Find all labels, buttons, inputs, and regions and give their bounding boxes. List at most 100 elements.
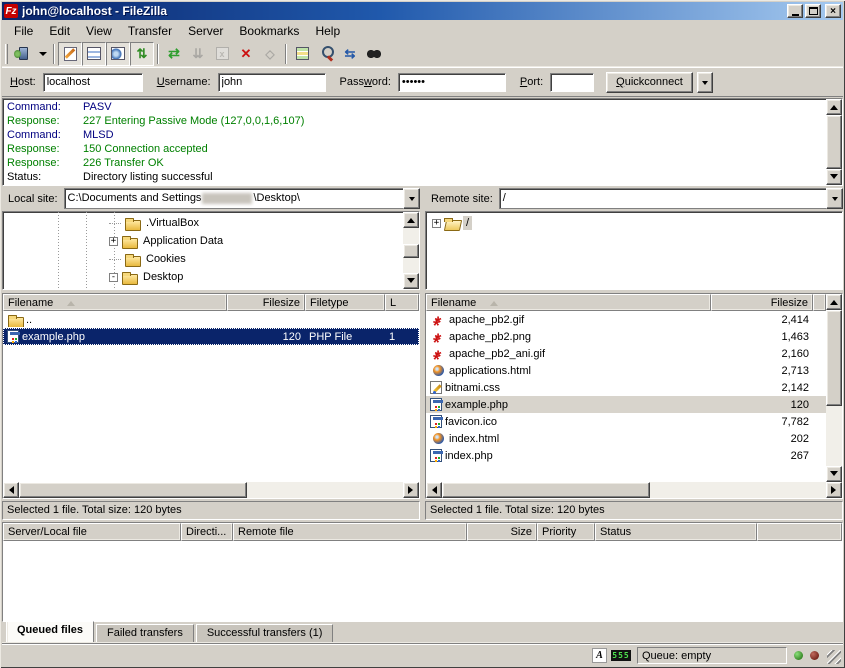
tree-item[interactable]: +/ <box>426 214 842 232</box>
local-path-combobox[interactable]: C:\Documents and Settings\Desktop\ <box>64 188 420 209</box>
file-row[interactable]: index.php267 <box>426 447 826 464</box>
local-path-value[interactable]: C:\Documents and Settings\Desktop\ <box>64 188 403 209</box>
queue-column-header[interactable]: Size <box>467 523 537 541</box>
expand-icon[interactable]: + <box>432 219 441 228</box>
toggle-remote-tree-button[interactable] <box>106 42 130 66</box>
expand-icon[interactable]: + <box>109 237 118 246</box>
username-input[interactable] <box>218 73 326 92</box>
process-queue-button[interactable]: ⇊ <box>186 42 210 66</box>
scroll-left-button[interactable] <box>426 482 442 498</box>
tree-item[interactable]: Cookies <box>3 250 403 268</box>
ascii-data-type-icon[interactable]: A <box>592 648 607 663</box>
filter-button[interactable] <box>314 42 338 66</box>
menu-transfer[interactable]: Transfer <box>120 22 180 40</box>
maximize-button[interactable] <box>805 4 821 18</box>
scroll-left-button[interactable] <box>3 482 19 498</box>
remote-vertical-scrollbar[interactable] <box>826 294 842 482</box>
local-horizontal-scrollbar[interactable] <box>3 482 419 498</box>
column-header-l[interactable]: L <box>385 294 419 311</box>
menu-view[interactable]: View <box>78 22 120 40</box>
dropdown-arrow-button[interactable] <box>35 42 50 66</box>
column-header-filename[interactable]: Filename <box>3 294 227 311</box>
column-header-filesize[interactable]: Filesize <box>711 294 813 311</box>
password-input[interactable] <box>398 73 506 92</box>
tree-item-label[interactable]: Cookies <box>143 252 189 266</box>
tree-item-label[interactable]: .VirtualBox <box>143 216 202 230</box>
scrollbar-thumb[interactable] <box>403 244 419 258</box>
tab-queued-files[interactable]: Queued files <box>6 621 94 642</box>
refresh-button[interactable]: ⇄ <box>162 42 186 66</box>
local-tree-scrollbar[interactable] <box>403 212 419 289</box>
disconnect-button[interactable]: ✕ <box>234 42 258 66</box>
remote-horizontal-scrollbar[interactable] <box>426 482 842 498</box>
scroll-down-button[interactable] <box>826 169 842 185</box>
quickconnect-dropdown-button[interactable] <box>697 72 713 93</box>
queue-body[interactable] <box>3 541 842 621</box>
queue-column-header[interactable]: Server/Local file <box>3 523 181 541</box>
menu-bookmarks[interactable]: Bookmarks <box>231 22 307 40</box>
tree-item[interactable]: .VirtualBox <box>3 214 403 232</box>
scrollbar-track[interactable] <box>403 258 419 274</box>
quickconnect-button[interactable]: Quickconnect <box>606 72 693 93</box>
tab-failed-transfers[interactable]: Failed transfers <box>96 624 194 642</box>
queue-column-header[interactable]: Priority <box>537 523 595 541</box>
minimize-button[interactable] <box>787 4 803 18</box>
host-input[interactable] <box>43 73 143 92</box>
scrollbar-thumb[interactable] <box>826 115 842 169</box>
log-scrollbar[interactable] <box>826 99 842 185</box>
tab-successful-transfers[interactable]: Successful transfers (1) <box>196 624 334 642</box>
port-input[interactable] <box>550 73 594 92</box>
menu-help[interactable]: Help <box>307 22 348 40</box>
tree-item[interactable]: + Application Data <box>3 232 403 250</box>
tree-item-label[interactable]: Application Data <box>140 234 226 248</box>
resize-grip[interactable] <box>827 650 841 664</box>
file-row[interactable]: applications.html2,713 <box>426 362 826 379</box>
scrollbar-track[interactable] <box>826 406 842 466</box>
scrollbar-track[interactable] <box>403 228 419 244</box>
remote-path-value[interactable]: / <box>499 188 826 209</box>
file-row[interactable]: .. <box>3 311 419 328</box>
scroll-right-button[interactable] <box>826 482 842 498</box>
file-row[interactable]: example.php120PHP File1 <box>3 328 419 345</box>
scroll-up-button[interactable] <box>403 212 419 228</box>
file-row[interactable]: apache_pb2_ani.gif2,160 <box>426 345 826 362</box>
synchronized-browsing-button[interactable]: ⇆ <box>338 42 362 66</box>
file-row[interactable]: apache_pb2.gif2,414 <box>426 311 826 328</box>
tree-item-label[interactable]: / <box>463 216 472 230</box>
queue-column-header[interactable]: Remote file <box>233 523 467 541</box>
menu-edit[interactable]: Edit <box>41 22 78 40</box>
site-manager-button[interactable] <box>11 42 35 66</box>
directory-comparison-button[interactable] <box>290 42 314 66</box>
menu-file[interactable]: File <box>6 22 41 40</box>
toolbar-grip[interactable] <box>5 44 8 64</box>
title-bar[interactable]: Fz john@localhost - FileZilla × <box>2 2 843 20</box>
file-row[interactable]: example.php120 <box>426 396 826 413</box>
reconnect-button[interactable]: ◇ <box>258 42 282 66</box>
local-path-dropdown-button[interactable] <box>403 188 420 209</box>
queue-column-header[interactable]: Directi... <box>181 523 233 541</box>
collapse-icon[interactable]: - <box>109 273 118 282</box>
scrollbar-track[interactable] <box>247 482 403 498</box>
remote-path-combobox[interactable]: / <box>499 188 843 209</box>
file-row[interactable]: index.html202 <box>426 430 826 447</box>
queue-column-header[interactable]: Status <box>595 523 757 541</box>
toggle-local-tree-button[interactable] <box>82 42 106 66</box>
scroll-down-button[interactable] <box>826 466 842 482</box>
column-header-filetype[interactable]: Filetype <box>305 294 385 311</box>
find-button[interactable] <box>362 42 386 66</box>
scrollbar-thumb[interactable] <box>19 482 247 498</box>
file-row[interactable]: bitnami.css2,142 <box>426 379 826 396</box>
scrollbar-track[interactable] <box>650 482 826 498</box>
cancel-button[interactable]: x <box>210 42 234 66</box>
column-header-filesize[interactable]: Filesize <box>227 294 305 311</box>
scrollbar-thumb[interactable] <box>826 310 842 406</box>
tree-item-label[interactable]: Desktop <box>140 270 186 284</box>
scroll-up-button[interactable] <box>826 99 842 115</box>
file-row[interactable]: apache_pb2.png1,463 <box>426 328 826 345</box>
scrollbar-thumb[interactable] <box>442 482 650 498</box>
file-row[interactable]: favicon.ico7,782 <box>426 413 826 430</box>
menu-server[interactable]: Server <box>180 22 231 40</box>
column-header-filename[interactable]: Filename <box>426 294 711 311</box>
speed-limit-icon[interactable]: 555 <box>611 650 631 661</box>
scroll-down-button[interactable] <box>403 273 419 289</box>
